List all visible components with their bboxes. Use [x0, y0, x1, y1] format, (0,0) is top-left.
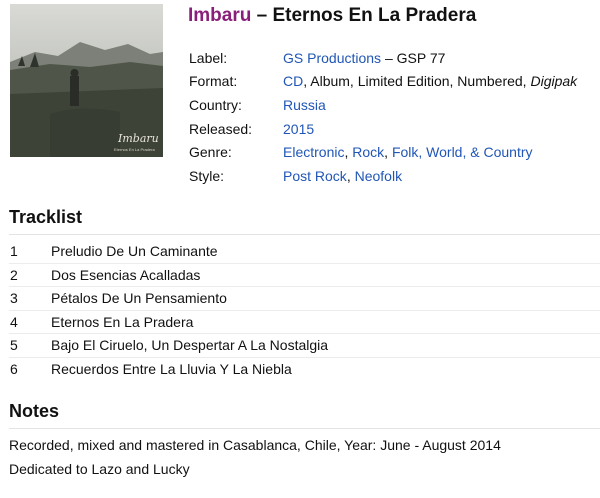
title-separator: –: [251, 5, 273, 26]
info-row-genre: Genre: Electronic, Rock, Folk, World, & …: [189, 140, 577, 164]
track-title: Pétalos De Un Pensamiento: [51, 290, 227, 307]
style-separator: ,: [346, 167, 355, 184]
tracklist-divider: [9, 234, 600, 235]
released-year-link[interactable]: 2015: [283, 121, 314, 137]
info-key-format: Format:: [189, 73, 238, 90]
track-title: Eternos En La Pradera: [51, 313, 194, 330]
tracklist-table: 1 Preludio De Un Caminante 2 Dos Esencia…: [9, 240, 600, 381]
info-key-country: Country:: [189, 96, 242, 113]
notes-line: Dedicated to Lazo and Lucky: [9, 460, 190, 477]
info-row-label: Label: GS Productions – GSP 77: [189, 46, 577, 70]
tracklist-heading: Tracklist: [9, 207, 83, 227]
track-title: Bajo El Ciruelo, Un Despertar A La Nosta…: [51, 337, 329, 354]
genre-link-folk[interactable]: Folk, World, & Country: [392, 144, 533, 160]
album-cover-image[interactable]: Imbaru Eternos En La Pradera: [10, 4, 163, 157]
track-row[interactable]: 5 Bajo El Ciruelo, Un Despertar A La Nos…: [9, 334, 600, 358]
info-value-format: CD, Album, Limited Edition, Numbered, Di…: [283, 73, 577, 89]
style-link-post-rock[interactable]: Post Rock: [283, 168, 347, 184]
info-key-style: Style:: [189, 167, 225, 184]
track-position: 4: [10, 313, 18, 330]
release-info: Label: GS Productions – GSP 77 Format: C…: [189, 46, 577, 188]
notes-heading: Notes: [9, 401, 60, 421]
notes-line: Recorded, mixed and mastered in Casablan…: [9, 437, 501, 453]
genre-separator: ,: [384, 144, 392, 161]
info-row-style: Style: Post Rock, Neofolk: [189, 164, 577, 188]
release-title: Imbaru – Eternos En La Pradera: [188, 5, 476, 27]
track-position: 6: [10, 361, 18, 378]
info-key-label: Label:: [189, 49, 228, 66]
track-row[interactable]: 6 Recuerdos Entre La Lluvia Y La Niebla: [9, 358, 600, 382]
catalog-number: – GSP 77: [381, 49, 446, 66]
genre-link-electronic[interactable]: Electronic: [283, 144, 344, 160]
info-value-label: GS Productions – GSP 77: [283, 50, 445, 66]
track-row[interactable]: 1 Preludio De Un Caminante: [9, 240, 600, 264]
track-position: 3: [10, 290, 18, 307]
track-position: 5: [10, 337, 18, 354]
track-title: Dos Esencias Acalladas: [51, 266, 201, 283]
cover-subtitle-text: Eternos En La Pradera: [114, 147, 155, 152]
artist-link[interactable]: Imbaru: [188, 5, 251, 26]
genre-link-rock[interactable]: Rock: [352, 144, 384, 160]
cover-logo-text: Imbaru: [118, 132, 159, 145]
track-row[interactable]: 2 Dos Esencias Acalladas: [9, 264, 600, 287]
info-key-released: Released:: [189, 120, 253, 137]
style-link-neofolk[interactable]: Neofolk: [355, 168, 402, 184]
track-row[interactable]: 4 Eternos En La Pradera: [9, 311, 600, 334]
track-title: Preludio De Un Caminante: [51, 243, 218, 260]
track-position: 2: [10, 266, 18, 283]
notes-body: Recorded, mixed and mastered in Casablan…: [9, 434, 501, 481]
info-row-country: Country: Russia: [189, 93, 577, 117]
notes-divider: [9, 428, 600, 429]
info-row-format: Format: CD, Album, Limited Edition, Numb…: [189, 70, 577, 94]
format-cd-link[interactable]: CD: [283, 73, 303, 89]
info-key-genre: Genre:: [189, 144, 232, 161]
format-digipak: Digipak: [530, 73, 578, 90]
info-row-released: Released: 2015: [189, 117, 577, 141]
album-title: Eternos En La Pradera: [272, 5, 477, 26]
track-row[interactable]: 3 Pétalos De Un Pensamiento: [9, 287, 600, 311]
track-position: 1: [10, 243, 18, 260]
track-title: Recuerdos Entre La Lluvia Y La Niebla: [51, 361, 292, 378]
country-link[interactable]: Russia: [283, 97, 326, 113]
format-details: , Album, Limited Edition, Numbered,: [303, 73, 531, 90]
label-link[interactable]: GS Productions: [283, 50, 381, 66]
